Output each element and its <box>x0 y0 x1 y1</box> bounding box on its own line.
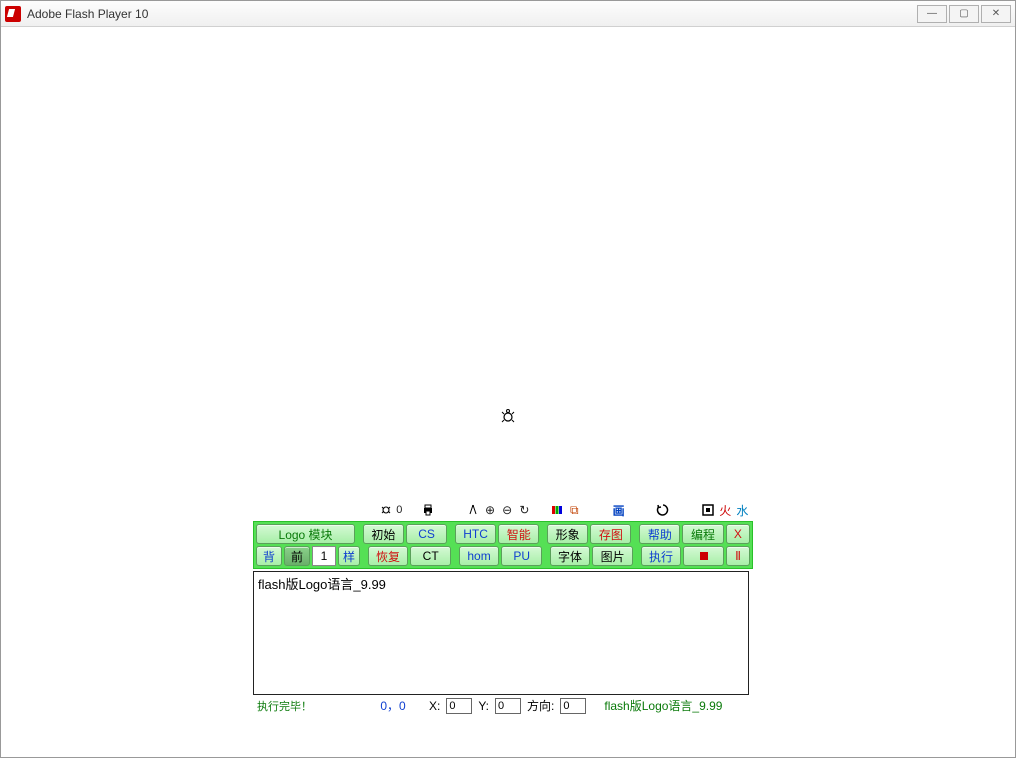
image-button[interactable]: 图片 <box>592 546 633 566</box>
front-button[interactable]: 前 <box>284 546 310 566</box>
program-button[interactable]: 编程 <box>682 524 723 544</box>
button-rows: Logo 模块 初始 CS HTC 智能 形象 存图 帮助 编程 X <box>253 521 753 569</box>
close-button[interactable]: ✕ <box>981 5 1011 23</box>
y-label: Y: <box>478 699 489 713</box>
coord-display: 0，0 <box>363 697 423 714</box>
canvas-area: 0 ⊕ ⊖ ↻ ⧉ 画 <box>1 27 1015 757</box>
font-button[interactable]: 字体 <box>550 546 591 566</box>
cs-button[interactable]: CS <box>406 524 447 544</box>
execute-button[interactable]: 执行 <box>641 546 682 566</box>
window-frame: Adobe Flash Player 10 — ▢ ✕ 0 <box>0 0 1016 758</box>
y-input[interactable] <box>495 698 521 714</box>
fire-icon[interactable]: 火 <box>719 502 732 518</box>
code-content: flash版Logo语言_9.99 <box>258 577 386 592</box>
copy-icon[interactable]: ⧉ <box>568 502 581 518</box>
htc-button[interactable]: HTC <box>455 524 496 544</box>
dir-label: 方向: <box>527 697 554 714</box>
save-img-button[interactable]: 存图 <box>590 524 631 544</box>
control-panel: 0 ⊕ ⊖ ↻ ⧉ 画 <box>253 501 753 716</box>
minus-icon[interactable]: ⊖ <box>501 502 514 518</box>
hom-button[interactable]: hom <box>459 546 500 566</box>
status-bar: 执行完毕！ 0，0 X: Y: 方向: flash版Logo语言_9.99 <box>253 695 753 716</box>
x-label: X: <box>429 699 440 713</box>
version-label: flash版Logo语言_9.99 <box>604 697 722 714</box>
draw-icon[interactable]: 画 <box>612 502 625 518</box>
compass-icon[interactable] <box>466 502 479 518</box>
x-button[interactable]: X <box>726 524 750 544</box>
plus-icon[interactable]: ⊕ <box>483 502 496 518</box>
help-button[interactable]: 帮助 <box>639 524 680 544</box>
code-textarea[interactable]: flash版Logo语言_9.99 <box>253 571 749 695</box>
dir-input[interactable] <box>560 698 586 714</box>
logo-module-button[interactable]: Logo 模块 <box>256 524 355 544</box>
water-icon[interactable]: 水 <box>736 502 749 518</box>
minimize-button[interactable]: — <box>917 5 947 23</box>
sample-button[interactable]: 样 <box>338 546 360 566</box>
init-button[interactable]: 初始 <box>363 524 404 544</box>
titlebar: Adobe Flash Player 10 — ▢ ✕ <box>1 1 1015 27</box>
flash-icon <box>5 6 21 22</box>
rotate-icon[interactable]: ↻ <box>518 502 531 518</box>
number-input[interactable]: 1 <box>312 546 336 566</box>
refresh-icon[interactable] <box>656 502 670 518</box>
maximize-button[interactable]: ▢ <box>949 5 979 23</box>
ct-button[interactable]: CT <box>410 546 451 566</box>
smart-button[interactable]: 智能 <box>498 524 539 544</box>
exec-status: 执行完毕！ <box>257 698 357 714</box>
icon-toolbar: 0 ⊕ ⊖ ↻ ⧉ 画 <box>253 501 753 521</box>
pause-button[interactable]: Ⅱ <box>726 546 750 566</box>
x-input[interactable] <box>446 698 472 714</box>
color-bars-icon[interactable] <box>551 502 564 518</box>
stop-icon[interactable] <box>701 502 714 518</box>
turtle-cursor-icon <box>499 408 517 431</box>
record-icon <box>700 552 708 560</box>
window-controls: — ▢ ✕ <box>915 5 1011 23</box>
window-title: Adobe Flash Player 10 <box>27 7 915 21</box>
pu-button[interactable]: PU <box>501 546 542 566</box>
turtle-count-icon[interactable] <box>379 502 392 518</box>
back-button[interactable]: 背 <box>256 546 282 566</box>
shape-button[interactable]: 形象 <box>547 524 588 544</box>
record-button[interactable] <box>683 546 724 566</box>
turtle-count-value: 0 <box>396 504 402 516</box>
print-icon[interactable] <box>422 502 435 518</box>
restore-button[interactable]: 恢复 <box>368 546 409 566</box>
